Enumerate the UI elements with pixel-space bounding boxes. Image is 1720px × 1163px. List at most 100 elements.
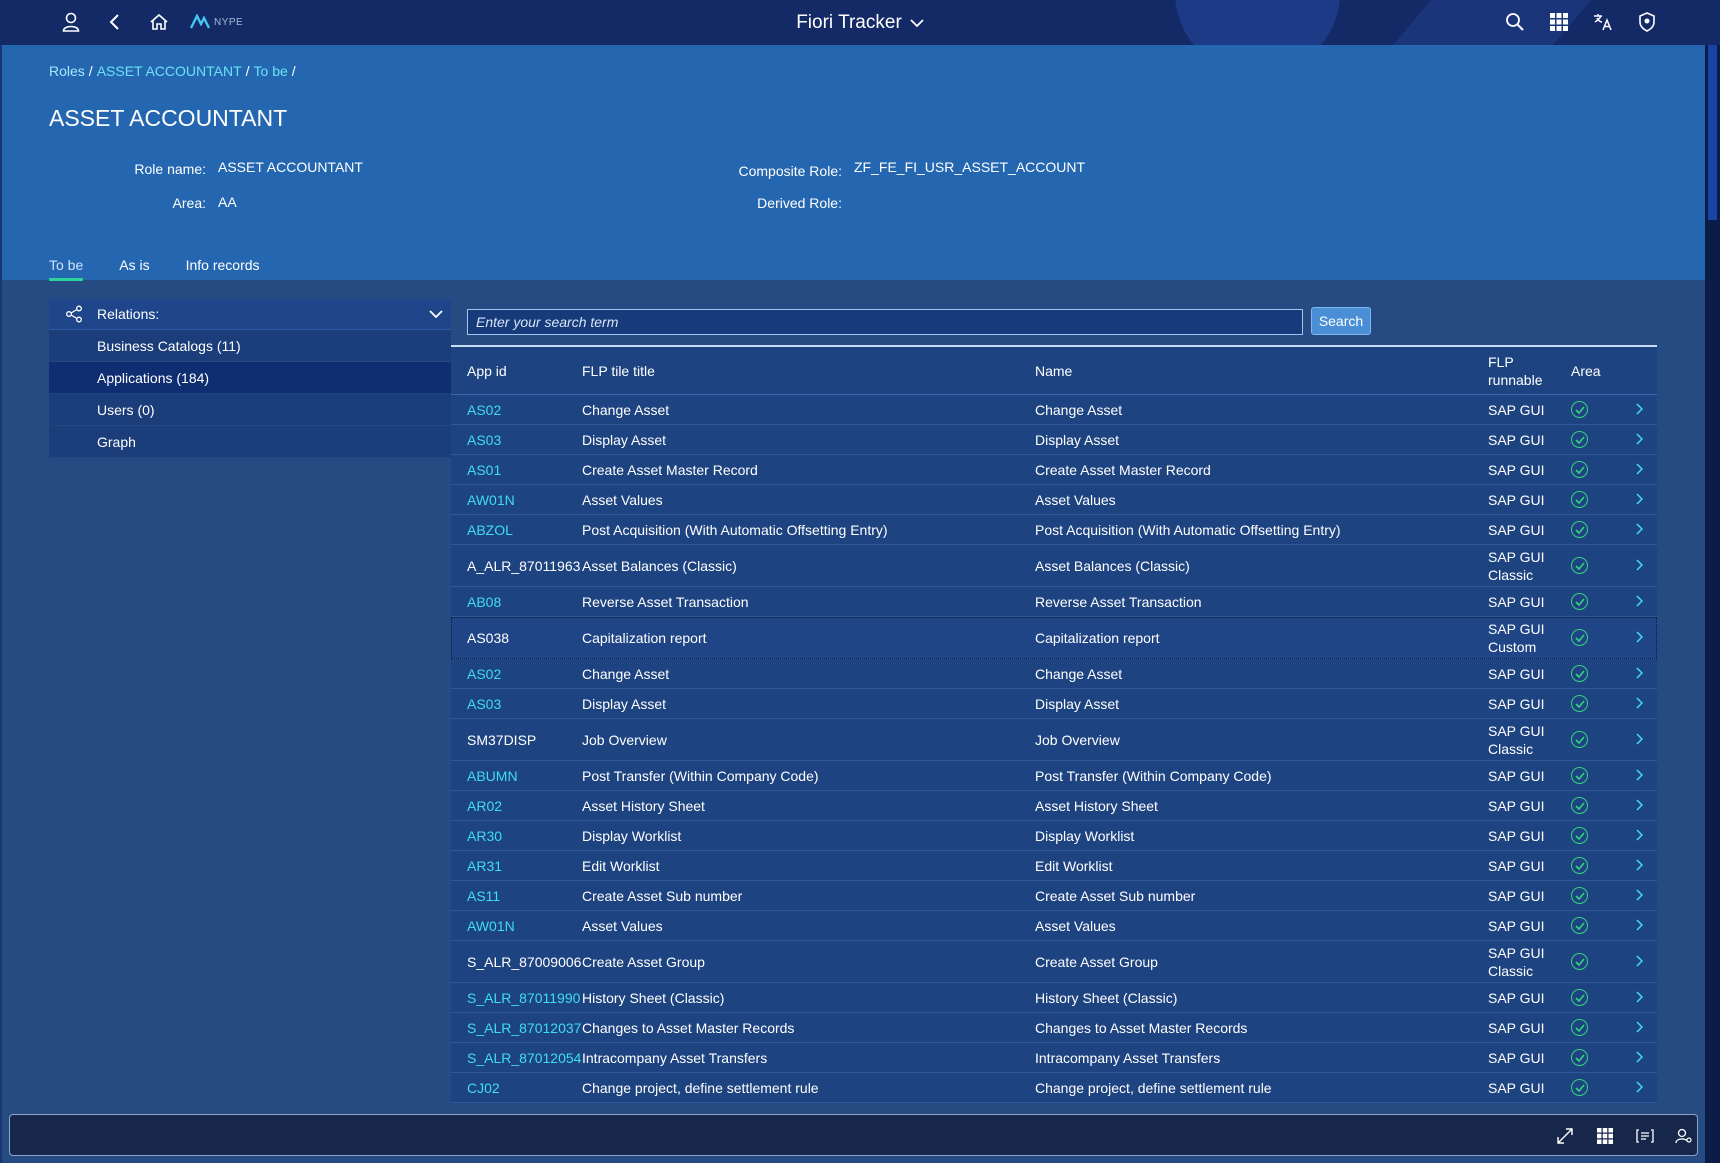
table-row[interactable]: AS02 Change Asset Change Asset SAP GUI bbox=[451, 659, 1657, 689]
table-row[interactable]: AS03 Display Asset Display Asset SAP GUI bbox=[451, 689, 1657, 719]
column-header-area[interactable]: Area bbox=[1571, 363, 1621, 379]
name-cell: Display Asset bbox=[1035, 695, 1120, 712]
check-circle-icon bbox=[1571, 665, 1588, 682]
row-nav[interactable] bbox=[1621, 768, 1657, 784]
table-row[interactable]: CJ02 Change project, define settlement ru… bbox=[451, 1073, 1657, 1103]
area-cell bbox=[1571, 665, 1621, 682]
table-row[interactable]: A_ALR_87011963 Asset Balances (Classic) As… bbox=[451, 545, 1657, 587]
column-header-name[interactable]: Name bbox=[1035, 363, 1488, 379]
table-row[interactable]: ABUMN Post Transfer (Within Company Code)… bbox=[451, 761, 1657, 791]
tab-as-is[interactable]: As is bbox=[119, 257, 149, 281]
app-id-link[interactable]: AR31 bbox=[451, 858, 582, 874]
grid-icon[interactable] bbox=[1595, 1126, 1615, 1146]
relation-item-graph[interactable]: Graph bbox=[49, 426, 451, 458]
search-input[interactable] bbox=[467, 309, 1303, 335]
list-icon[interactable] bbox=[1635, 1126, 1655, 1146]
app-id-link[interactable]: AS11 bbox=[451, 888, 582, 904]
row-nav[interactable] bbox=[1621, 666, 1657, 682]
shield-icon[interactable] bbox=[1635, 10, 1659, 34]
table-row[interactable]: SM37DISP Job Overview Job Overview SAP GUI … bbox=[451, 719, 1657, 761]
row-nav[interactable] bbox=[1621, 858, 1657, 874]
table-row[interactable]: AB08 Reverse Asset Transaction Reverse Ass… bbox=[451, 587, 1657, 617]
app-id-link[interactable]: AR02 bbox=[451, 798, 582, 814]
row-nav[interactable] bbox=[1621, 696, 1657, 712]
app-id-link[interactable]: AW01N bbox=[451, 492, 582, 508]
row-nav[interactable] bbox=[1621, 402, 1657, 418]
app-id-link[interactable]: S_ALR_87012037 bbox=[451, 1020, 582, 1036]
table-row[interactable]: AS038 Capitalization report Capitalization… bbox=[451, 617, 1657, 659]
table-row[interactable]: S_ALR_87012037 Changes to Asset Master Re… bbox=[451, 1013, 1657, 1043]
user-settings-icon[interactable] bbox=[1674, 1126, 1694, 1146]
search-button[interactable]: Search bbox=[1311, 307, 1371, 335]
app-id-link[interactable]: AS03 bbox=[451, 696, 582, 712]
table-row[interactable]: S_ALR_87011990 History Sheet (Classic) His… bbox=[451, 983, 1657, 1013]
tab-info-records[interactable]: Info records bbox=[186, 257, 260, 281]
app-id-link[interactable]: AW01N bbox=[451, 918, 582, 934]
column-header-app-id[interactable]: App id bbox=[451, 363, 582, 379]
app-id-link[interactable]: AB08 bbox=[451, 594, 582, 610]
table-row[interactable]: S_ALR_87012054 Intracompany Asset Transfe… bbox=[451, 1043, 1657, 1073]
row-nav[interactable] bbox=[1621, 558, 1657, 574]
row-nav[interactable] bbox=[1621, 492, 1657, 508]
table-row[interactable]: AW01N Asset Values Asset Values SAP GUI bbox=[451, 911, 1657, 941]
row-nav[interactable] bbox=[1621, 732, 1657, 748]
table-row[interactable]: AS11 Create Asset Sub number Create Asset … bbox=[451, 881, 1657, 911]
app-id-link[interactable]: ABUMN bbox=[451, 768, 582, 784]
row-nav[interactable] bbox=[1621, 798, 1657, 814]
table-row[interactable]: AW01N Asset Values Asset Values SAP GUI bbox=[451, 485, 1657, 515]
app-id-link[interactable]: AS02 bbox=[451, 666, 582, 682]
app-id-link[interactable]: AS03 bbox=[451, 432, 582, 448]
chevron-right-icon bbox=[1635, 558, 1644, 574]
row-nav[interactable] bbox=[1621, 828, 1657, 844]
row-nav[interactable] bbox=[1621, 462, 1657, 478]
table-row[interactable]: S_ALR_87009006 Create Asset Group Create A… bbox=[451, 941, 1657, 983]
column-header-flp-runnable[interactable]: FLP runnable bbox=[1488, 353, 1571, 389]
breadcrumb-link-roles[interactable]: Roles bbox=[49, 63, 85, 79]
app-grid-icon[interactable] bbox=[1547, 10, 1571, 34]
relation-item-business-catalogs[interactable]: Business Catalogs (11) bbox=[49, 330, 451, 362]
app-id-link[interactable]: S_ALR_87011990 bbox=[451, 990, 582, 1006]
row-nav[interactable] bbox=[1621, 594, 1657, 610]
app-title-menu[interactable]: Fiori Tracker bbox=[796, 12, 924, 34]
table-row[interactable]: AR30 Display Worklist Display Worklist SAP … bbox=[451, 821, 1657, 851]
column-header-flp-title[interactable]: FLP tile title bbox=[582, 363, 1035, 379]
translate-icon[interactable] bbox=[1591, 10, 1615, 34]
table-row[interactable]: ABZOL Post Acquisition (With Automatic Of… bbox=[451, 515, 1657, 545]
chevron-down-icon[interactable] bbox=[429, 309, 443, 319]
app-id-link[interactable]: AS02 bbox=[451, 402, 582, 418]
search-icon[interactable] bbox=[1503, 10, 1527, 34]
scrollbar-thumb[interactable] bbox=[1708, 45, 1717, 220]
app-id-link[interactable]: S_ALR_87012054 bbox=[451, 1050, 582, 1066]
table-row[interactable]: AS02 Change Asset Change Asset SAP GUI bbox=[451, 395, 1657, 425]
row-nav[interactable] bbox=[1621, 1020, 1657, 1036]
row-nav[interactable] bbox=[1621, 630, 1657, 646]
row-nav[interactable] bbox=[1621, 954, 1657, 970]
row-nav[interactable] bbox=[1621, 432, 1657, 448]
row-nav[interactable] bbox=[1621, 888, 1657, 904]
row-nav[interactable] bbox=[1621, 1080, 1657, 1096]
relation-item-applications[interactable]: Applications (184) bbox=[49, 362, 451, 394]
app-id-link[interactable]: CJ02 bbox=[451, 1080, 582, 1096]
table-row[interactable]: AS01 Create Asset Master Record Create Ass… bbox=[451, 455, 1657, 485]
breadcrumb-link-to-be[interactable]: To be bbox=[254, 63, 288, 79]
table-row[interactable]: AR31 Edit Worklist Edit Worklist SAP GUI bbox=[451, 851, 1657, 881]
user-icon[interactable] bbox=[59, 10, 83, 34]
expand-icon[interactable] bbox=[1555, 1126, 1575, 1146]
breadcrumb-link-role[interactable]: ASSET ACCOUNTANT bbox=[97, 63, 242, 79]
table-row[interactable]: AS03 Display Asset Display Asset SAP GUI bbox=[451, 425, 1657, 455]
page-scrollbar[interactable] bbox=[1705, 45, 1720, 1163]
app-id-link[interactable]: AS01 bbox=[451, 462, 582, 478]
row-nav[interactable] bbox=[1621, 522, 1657, 538]
app-id-link[interactable]: ABZOL bbox=[451, 522, 582, 538]
app-id-link[interactable]: AR30 bbox=[451, 828, 582, 844]
row-nav[interactable] bbox=[1621, 1050, 1657, 1066]
row-nav[interactable] bbox=[1621, 918, 1657, 934]
tab-to-be[interactable]: To be bbox=[49, 257, 84, 281]
row-nav[interactable] bbox=[1621, 990, 1657, 1006]
home-icon[interactable] bbox=[147, 10, 171, 34]
relations-header[interactable]: Relations: bbox=[49, 299, 451, 330]
table-row[interactable]: AR02 Asset History Sheet Asset History She… bbox=[451, 791, 1657, 821]
company-logo[interactable]: NYPE bbox=[190, 12, 243, 32]
back-icon[interactable] bbox=[103, 10, 127, 34]
relation-item-users[interactable]: Users (0) bbox=[49, 394, 451, 426]
